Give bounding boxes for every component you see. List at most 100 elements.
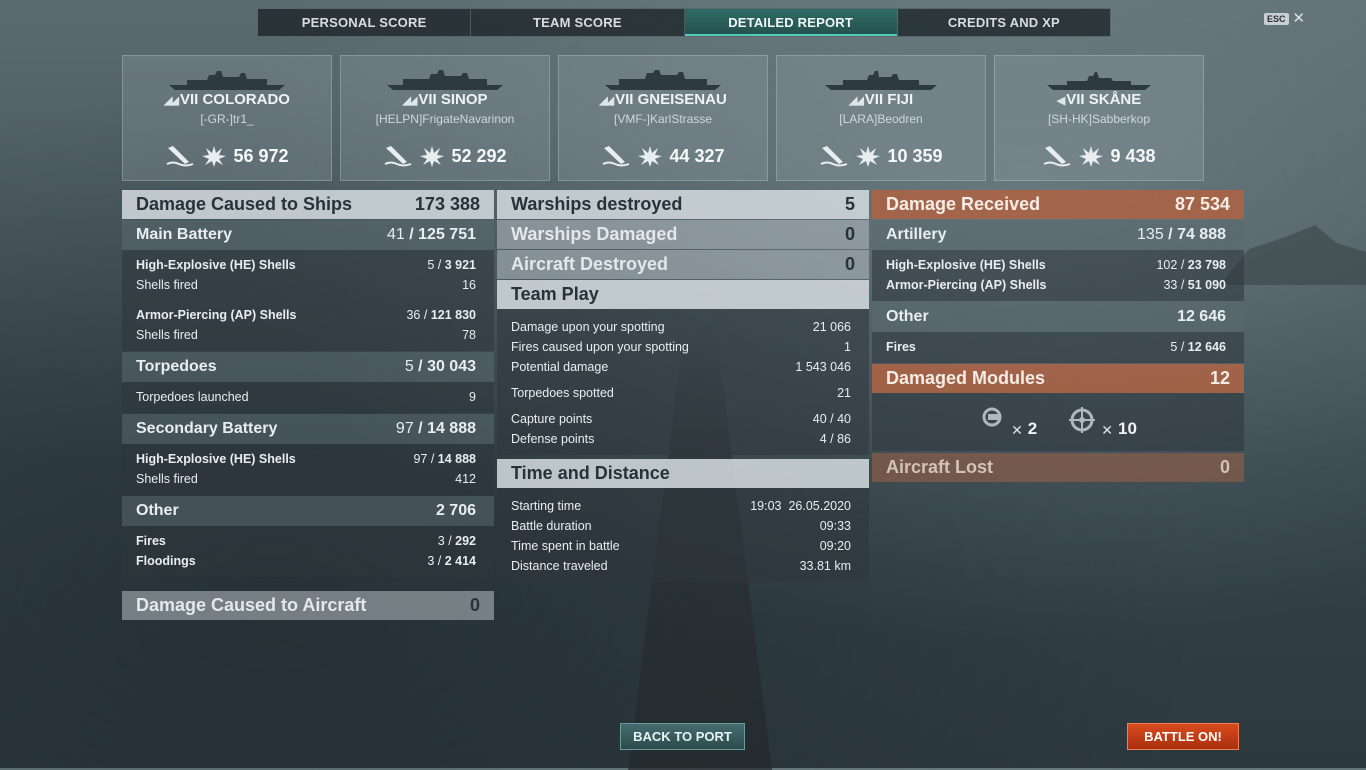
tab-personal-score[interactable]: PERSONAL SCORE [258, 9, 472, 36]
tab-credits-and-xp[interactable]: CREDITS AND XP [898, 9, 1110, 36]
ship-damage: 10 359 [777, 144, 985, 168]
steering-module-icon [1069, 407, 1096, 433]
damage-burst-icon [638, 146, 663, 167]
ship-name: ◢◢ VII COLORADO [164, 91, 290, 108]
stat-row: Shells fired 16 [136, 278, 476, 292]
close-icon[interactable]: ✕ [1293, 11, 1306, 26]
ship-damage: 44 327 [559, 144, 767, 168]
stat-row: Starting time 19:03 26.05.2020 [511, 499, 851, 513]
ship-name: ◢◢ VII FIJI [848, 91, 914, 108]
stat-row: Time spent in battle 09:20 [511, 539, 851, 553]
ship-cards: ◢◢ VII COLORADO [-GR-]tr1_ 56 972 ◢◢ VII S… [122, 55, 1204, 181]
battleship-silhouette-icon [387, 70, 503, 90]
stat-row: High-Explosive (HE) Shells 102 / 23 798 [886, 258, 1226, 272]
stat-row: Fires caused upon your spotting 1 [511, 340, 851, 354]
player-name: [VMF-]KarlStrasse [613, 112, 712, 126]
secondary-battery-details: High-Explosive (HE) Shells 97 / 14 888 S… [122, 444, 494, 495]
time-distance-header: Time and Distance [497, 459, 869, 488]
ship-card[interactable]: ◢◢ VII COLORADO [-GR-]tr1_ 56 972 [122, 55, 332, 181]
ship-card[interactable]: ◢◢ VII FIJI [LARA]Beodren 10 359 [776, 55, 986, 181]
stat-row: Battle duration 09:33 [511, 519, 851, 533]
stat-row: Shells fired 412 [136, 472, 476, 486]
damage-burst-icon [1079, 146, 1104, 167]
sinking-ship-icon [385, 146, 412, 167]
received-other-details: Fires 5 / 12 646 [872, 332, 1244, 363]
stat-row: Defense points 4 / 86 [511, 432, 851, 446]
torpedoes-details: Torpedoes launched 9 [122, 382, 494, 413]
sinking-ship-icon [1044, 146, 1071, 167]
stat-row: Torpedoes spotted 21 [511, 386, 851, 400]
warships-destroyed-header: Warships destroyed 5 [497, 190, 869, 219]
damage-received-header: Damage Received 87 534 [872, 190, 1244, 219]
damaged-modules-header: Damaged Modules 12 [872, 364, 1244, 393]
damage-value: 9 438 [1110, 145, 1156, 166]
aircraft-destroyed-header: Aircraft Destroyed 0 [497, 250, 869, 279]
main-battery-details: High-Explosive (HE) Shells 5 / 3 921 She… [122, 250, 494, 351]
damage-value: 10 359 [887, 145, 943, 166]
team-play-details: Damage upon your spotting 21 066 Fires ca… [497, 309, 869, 455]
esc-key-label: ESC [1264, 12, 1289, 25]
rank-chevron-icon: ◢◢ [599, 95, 614, 107]
artillery-header: Artillery 135 / 74 888 [872, 220, 1244, 250]
secondary-battery-header: Secondary Battery 97 / 14 888 [122, 414, 494, 444]
ship-card[interactable]: ◢◢ VII GNEISENAU [VMF-]KarlStrasse 44 327 [558, 55, 768, 181]
tab-bar: PERSONAL SCORE TEAM SCORE DETAILED REPOR… [257, 8, 1111, 37]
main-battery-header: Main Battery 41 / 125 751 [122, 220, 494, 250]
rank-chevron-icon: ◀ [1056, 95, 1066, 107]
battle-on-button[interactable]: BATTLE ON! [1127, 723, 1239, 750]
player-name: [LARA]Beodren [839, 112, 923, 126]
damage-caused-panel: Damage Caused to Ships 173 388 Main Batt… [122, 190, 494, 620]
tab-team-score[interactable]: TEAM SCORE [471, 9, 685, 36]
time-distance-details: Starting time 19:03 26.05.2020 Battle dur… [497, 488, 869, 582]
module-item: ✕ 10 [1065, 405, 1137, 439]
damage-caused-header: Damage Caused to Ships 173 388 [122, 190, 494, 219]
received-other-header: Other 12 646 [872, 302, 1244, 332]
ship-damage: 9 438 [995, 144, 1203, 168]
stat-row: Capture points 40 / 40 [511, 412, 851, 426]
battleship-silhouette-icon [605, 70, 721, 90]
ship-card[interactable]: ◀ VII SKÅNE [SH-HK]Sabberkop 9 438 [994, 55, 1204, 181]
damage-value: 52 292 [451, 145, 507, 166]
team-play-header: Team Play [497, 280, 869, 309]
damage-burst-icon [420, 146, 445, 167]
stat-row: Potential damage 1 543 046 [511, 360, 851, 374]
stat-row: High-Explosive (HE) Shells 5 / 3 921 [136, 258, 476, 272]
stat-row: Torpedoes launched 9 [136, 390, 476, 404]
stat-row: Distance traveled 33.81 km [511, 559, 851, 573]
other-header: Other 2 706 [122, 496, 494, 526]
stat-row: Fires 3 / 292 [136, 534, 476, 548]
aircraft-lost-header: Aircraft Lost 0 [872, 453, 1244, 482]
sinking-ship-icon [603, 146, 630, 167]
damage-received-panel: Damage Received 87 534 Artillery 135 / 74… [872, 190, 1244, 482]
stat-row: Floodings 3 / 2 414 [136, 554, 476, 568]
cruiser-silhouette-icon [825, 71, 937, 90]
damage-aircraft-header: Damage Caused to Aircraft 0 [122, 591, 494, 620]
player-name: [SH-HK]Sabberkop [1047, 112, 1151, 126]
damage-value: 44 327 [669, 145, 725, 166]
damage-burst-icon [202, 146, 227, 167]
back-to-port-button[interactable]: BACK TO PORT [620, 723, 745, 750]
battleship-silhouette-icon [169, 71, 285, 90]
warships-damaged-header: Warships Damaged 0 [497, 220, 869, 249]
damage-value: 56 972 [233, 145, 289, 166]
tab-detailed-report[interactable]: DETAILED REPORT [684, 9, 898, 36]
rank-chevron-icon: ◢◢ [164, 95, 179, 107]
engine-module-icon [982, 407, 1002, 427]
stat-row: Damage upon your spotting 21 066 [511, 320, 851, 334]
sinking-ship-icon [821, 146, 848, 167]
ship-name: ◢◢ VII GNEISENAU [599, 91, 727, 108]
ship-damage: 52 292 [341, 144, 549, 168]
stat-row: Armor-Piercing (AP) Shells 36 / 121 830 [136, 308, 476, 322]
player-name: [-GR-]tr1_ [200, 112, 254, 126]
damage-burst-icon [856, 146, 881, 167]
ship-name: ◢◢ VII SINOP [402, 91, 488, 108]
esc-close-button[interactable]: ESC ✕ [1264, 11, 1305, 26]
stat-row: High-Explosive (HE) Shells 97 / 14 888 [136, 452, 476, 466]
torpedoes-header: Torpedoes 5 / 30 043 [122, 352, 494, 382]
ship-card[interactable]: ◢◢ VII SINOP [HELPN]FrigateNavarinon 52 2… [340, 55, 550, 181]
sinking-ship-icon [167, 146, 194, 167]
stat-row: Fires 5 / 12 646 [886, 340, 1226, 354]
stat-row: Shells fired 78 [136, 328, 476, 342]
player-name: [HELPN]FrigateNavarinon [375, 112, 515, 126]
destroyer-silhouette-icon [1047, 72, 1151, 90]
